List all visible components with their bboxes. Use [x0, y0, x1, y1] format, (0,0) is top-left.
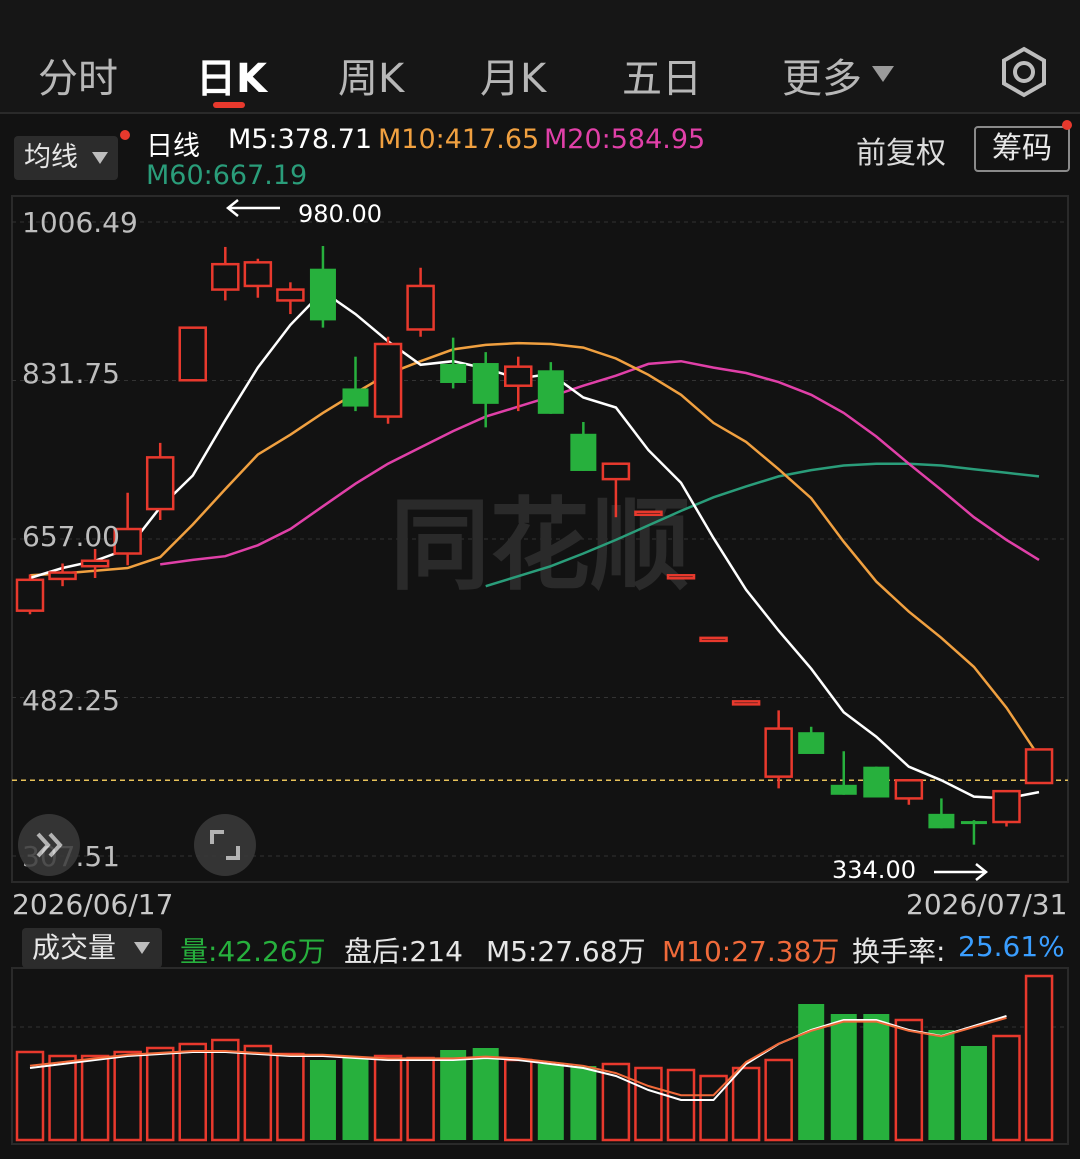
candle-body: [992, 789, 1021, 824]
volume-bar: [798, 1004, 825, 1140]
fullscreen-button[interactable]: [194, 814, 256, 876]
candle-body: [863, 766, 890, 798]
candle-body: [960, 821, 987, 825]
volume-bar: [309, 1060, 336, 1140]
candle-body: [699, 636, 728, 643]
volume-indicator-button[interactable]: 成交量: [22, 928, 162, 968]
volume-bar: [472, 1048, 499, 1140]
x-start-date: 2026/06/17: [12, 888, 174, 921]
high-price-annotation: 980.00: [298, 200, 382, 228]
volume-bar: [406, 1056, 435, 1142]
candle-body: [1024, 748, 1054, 785]
triangle-down-icon: [134, 942, 150, 954]
volume-bar: [1024, 974, 1054, 1142]
volume-m10: M10:27.38万: [662, 935, 840, 968]
candle-body: [80, 559, 110, 568]
candle-body: [666, 574, 696, 580]
volume-bar: [894, 1018, 924, 1142]
y-tick-label: 482.25: [22, 684, 120, 717]
turnover-label: 换手率:: [852, 935, 946, 968]
volume-bar: [731, 1066, 761, 1142]
candle-body: [731, 700, 761, 706]
candle-body: [440, 363, 467, 383]
y-tick-label: 1006.49: [22, 206, 138, 239]
candle-body: [48, 571, 77, 581]
volume-bar: [113, 1050, 142, 1142]
volume-value: 量:42.26万: [180, 935, 326, 968]
candle-body: [504, 365, 533, 387]
candle-body: [764, 727, 793, 778]
volume-bar: [960, 1046, 987, 1140]
volume-bar: [243, 1044, 273, 1142]
after-hours-value: 盘后:214: [344, 935, 463, 968]
candle-body: [309, 268, 336, 321]
candle-body: [928, 813, 955, 829]
volume-bar: [634, 1066, 663, 1142]
candle-body: [634, 510, 663, 517]
candle-body: [537, 370, 564, 414]
volume-bar: [928, 1030, 955, 1140]
candlestick-chart[interactable]: 同花顺: [0, 0, 1080, 1159]
candle-body: [211, 262, 240, 291]
y-tick-label: 657.00: [22, 520, 120, 553]
volume-bar: [570, 1066, 597, 1140]
candle-body: [342, 388, 369, 407]
volume-bar: [992, 1034, 1021, 1142]
volume-bar: [764, 1058, 793, 1142]
candle-body: [830, 784, 857, 795]
candle-body: [15, 578, 45, 612]
corners-icon: [210, 830, 240, 860]
candle-body: [145, 456, 175, 511]
volume-bar: [863, 1014, 890, 1140]
volume-bar: [666, 1068, 696, 1142]
volume-bar: [830, 1014, 857, 1140]
candle-body: [373, 342, 403, 418]
volume-bar: [440, 1050, 467, 1140]
candle-body: [243, 261, 273, 288]
volume-bar: [342, 1058, 369, 1140]
expand-button[interactable]: [18, 814, 80, 876]
volume-bar: [80, 1054, 110, 1142]
x-end-date: 2026/07/31: [906, 888, 1068, 921]
volume-bar: [537, 1064, 564, 1140]
candle-body: [406, 284, 435, 331]
arrow-right-icon: [934, 863, 989, 881]
volume-bar: [145, 1046, 175, 1142]
candle-body: [276, 288, 305, 302]
candle-body: [472, 363, 499, 404]
candle-body: [894, 779, 924, 800]
candle-body: [601, 462, 631, 481]
volume-bar: [504, 1058, 533, 1142]
candle-body: [570, 433, 597, 471]
volume-m5: M5:27.68万: [486, 935, 646, 968]
volume-bar: [48, 1054, 77, 1142]
volume-bar: [276, 1052, 305, 1142]
volume-indicator-label: 成交量: [32, 931, 117, 964]
watermark: 同花顺: [390, 487, 690, 604]
candle-body: [178, 326, 207, 382]
y-tick-label: 831.75: [22, 357, 120, 390]
candle-body: [798, 732, 825, 754]
turnover-value: 25.61%: [958, 930, 1065, 963]
volume-bar: [373, 1054, 403, 1142]
low-price-annotation: 334.00: [832, 856, 916, 884]
volume-bar: [178, 1042, 207, 1142]
double-chevron-icon: [36, 832, 63, 858]
volume-bar: [211, 1038, 240, 1142]
arrow-left-icon: [225, 199, 280, 217]
